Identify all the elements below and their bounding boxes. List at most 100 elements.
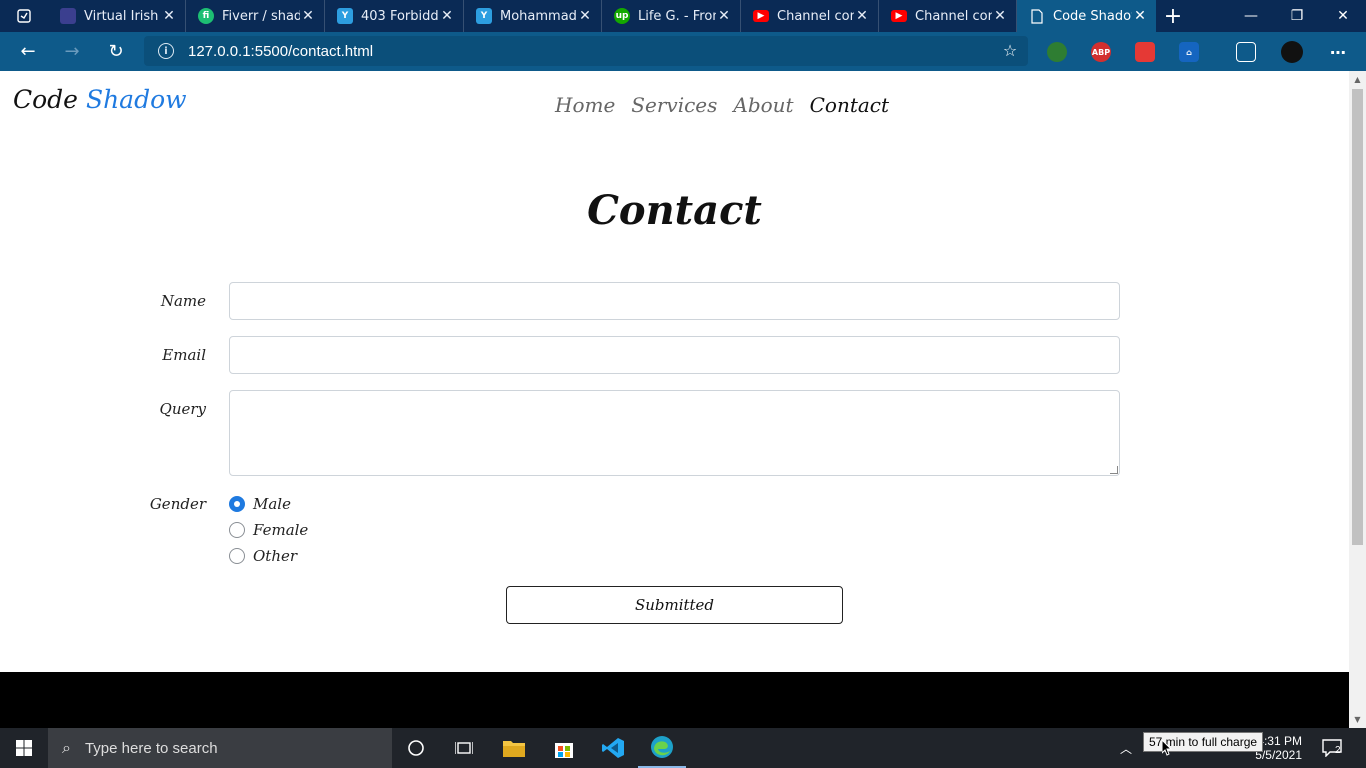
upwork-icon: up (614, 8, 630, 24)
gender-option-other[interactable]: Other (229, 546, 297, 566)
site-logo[interactable]: Code Shadow (13, 85, 187, 114)
windows-start-icon[interactable] (0, 728, 48, 768)
nav-about[interactable]: About (733, 93, 793, 117)
tab-mohammad[interactable]: Y Mohammad A ✕ (464, 0, 602, 32)
search-placeholder: Type here to search (84, 739, 218, 757)
adblock-plus-icon[interactable]: ABP (1091, 42, 1111, 62)
gender-option-female[interactable]: Female (229, 520, 308, 540)
forward-icon[interactable]: → (52, 32, 92, 71)
page-title: Contact (587, 187, 762, 234)
minimize-icon[interactable]: — (1228, 0, 1274, 32)
close-tab-icon[interactable]: ✕ (716, 8, 732, 24)
web-page: Code Shadow Home Services About Contact … (0, 71, 1349, 728)
close-tab-icon[interactable]: ✕ (439, 8, 455, 24)
battery-tooltip: 57 min to full charge (1143, 732, 1264, 752)
tab-virtual-irish[interactable]: Virtual Irish A ✕ (48, 0, 186, 32)
tab-title: Life G. - Front (638, 8, 716, 24)
tab-title: Channel conte (915, 8, 992, 24)
tab-upwork[interactable]: up Life G. - Front ✕ (602, 0, 741, 32)
close-tab-icon[interactable]: ✕ (300, 8, 316, 24)
cortana-icon[interactable] (392, 728, 440, 768)
task-view-icon[interactable] (440, 728, 488, 768)
tab-fiverr[interactable]: fi Fiverr / shado ✕ (186, 0, 325, 32)
show-hidden-icons[interactable]: ︿ (1120, 728, 1132, 768)
tab-youtube-1[interactable]: ▶ Channel conte ✕ (741, 0, 879, 32)
radio-label-other: Other (253, 547, 298, 565)
close-tab-icon[interactable]: ✕ (577, 8, 593, 24)
tab-actions-icon[interactable] (0, 0, 48, 32)
browser-toolbar: ← → ↻ i 127.0.0.1:5500/contact.html ☆ (0, 32, 1366, 71)
logo-text: Code (13, 85, 78, 114)
file-explorer-icon[interactable] (490, 728, 538, 768)
resize-handle-icon[interactable] (1110, 466, 1118, 474)
notification-count: 2 (1335, 745, 1341, 756)
close-tab-icon[interactable]: ✕ (992, 8, 1008, 24)
address-url[interactable]: 127.0.0.1:5500/contact.html (188, 43, 373, 60)
window-close-icon[interactable]: ✕ (1320, 0, 1366, 32)
mouse-cursor-icon (1161, 738, 1173, 756)
query-textarea[interactable] (229, 390, 1120, 476)
radio-label-female: Female (253, 521, 309, 539)
scrollbar-thumb[interactable] (1352, 89, 1363, 545)
radio-male[interactable] (229, 496, 245, 512)
tab-code-shadow[interactable]: Code Shadow ✕ (1017, 0, 1156, 32)
vscode-icon[interactable] (589, 728, 637, 768)
yoast-icon: Y (476, 8, 492, 24)
back-icon[interactable]: ← (8, 32, 48, 71)
extension-news-icon[interactable] (1135, 42, 1155, 62)
tab-title: Code Shadow (1053, 8, 1132, 24)
more-menu-icon[interactable]: ⋯ (1328, 42, 1348, 62)
name-field[interactable] (229, 282, 1120, 320)
youtube-icon: ▶ (891, 10, 907, 22)
extension-globe-icon[interactable] (1047, 42, 1067, 62)
address-bar[interactable]: i 127.0.0.1:5500/contact.html ☆ (144, 36, 1028, 66)
query-label: Query (159, 400, 206, 418)
close-tab-icon[interactable]: ✕ (161, 8, 177, 24)
refresh-icon[interactable]: ↻ (96, 32, 136, 71)
radio-female[interactable] (229, 522, 245, 538)
page-icon (1029, 8, 1045, 24)
tab-title: Virtual Irish A (84, 8, 161, 24)
name-label: Name (160, 292, 206, 310)
radio-label-male: Male (253, 495, 291, 513)
email-label: Email (162, 346, 206, 364)
nav-contact[interactable]: Contact (810, 93, 889, 117)
fiverr-icon: fi (198, 8, 214, 24)
youtube-icon: ▶ (753, 10, 769, 22)
tab-403-forbidden[interactable]: Y 403 Forbidde ✕ (325, 0, 464, 32)
gender-option-male[interactable]: Male (229, 494, 291, 514)
nav-home[interactable]: Home (555, 93, 615, 117)
tab-youtube-2[interactable]: ▶ Channel conte ✕ (879, 0, 1017, 32)
radio-other[interactable] (229, 548, 245, 564)
monitor-icon (60, 8, 76, 24)
scroll-up-icon[interactable]: ▲ (1349, 71, 1366, 88)
action-center-icon[interactable]: 2 (1322, 728, 1342, 768)
close-tab-icon[interactable]: ✕ (1132, 8, 1148, 24)
email-field[interactable] (229, 336, 1120, 374)
page-scrollbar[interactable]: ▲ ▼ (1349, 71, 1366, 728)
browser-tab-strip: Virtual Irish A ✕ fi Fiverr / shado ✕ Y … (0, 0, 1366, 32)
taskbar-search[interactable]: ⌕ Type here to search (48, 728, 392, 768)
tab-title: 403 Forbidde (361, 8, 439, 24)
collections-icon[interactable] (1236, 42, 1256, 62)
tab-title: Mohammad A (500, 8, 577, 24)
scroll-down-icon[interactable]: ▼ (1349, 711, 1366, 728)
submit-button[interactable]: Submitted (506, 586, 843, 624)
yoast-icon: Y (337, 8, 353, 24)
site-info-icon[interactable]: i (158, 43, 174, 59)
add-favorite-icon[interactable]: ☆ (1000, 41, 1020, 61)
extension-home-icon[interactable]: ⌂ (1179, 42, 1199, 62)
search-icon: ⌕ (62, 738, 71, 757)
main-nav: Home Services About Contact (555, 93, 905, 117)
tab-title: Fiverr / shado (222, 8, 300, 24)
edge-browser-icon[interactable] (638, 728, 686, 768)
logo-accent-text: Shadow (85, 85, 187, 114)
microsoft-store-icon[interactable] (540, 728, 588, 768)
site-footer (0, 672, 1349, 728)
clock-time: 4:31 PM (1257, 734, 1302, 748)
nav-services[interactable]: Services (631, 93, 717, 117)
close-tab-icon[interactable]: ✕ (854, 8, 870, 24)
restore-icon[interactable]: ❐ (1274, 0, 1320, 32)
profile-avatar[interactable] (1281, 41, 1303, 63)
new-tab-icon[interactable]: + (1157, 0, 1189, 32)
